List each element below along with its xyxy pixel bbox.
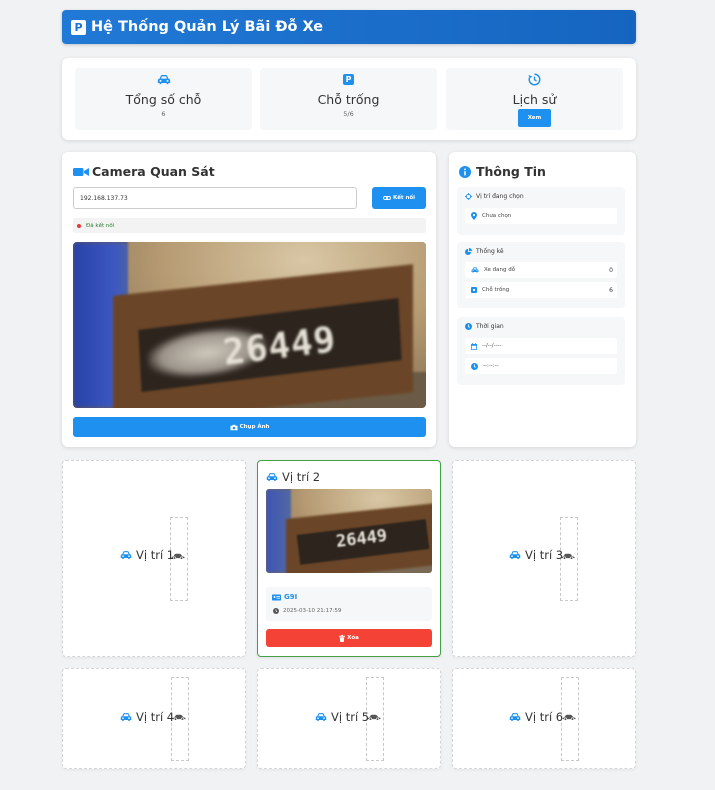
camera-title-row: Camera Quan Sát bbox=[73, 164, 215, 179]
car-icon bbox=[315, 712, 327, 722]
connection-status-text: Đã kết nối bbox=[86, 222, 115, 229]
free-value: 6 bbox=[609, 286, 613, 294]
camera-icon bbox=[230, 424, 238, 430]
spot-2-label: Vị trí 2 bbox=[282, 470, 321, 484]
stat-total-label: Tổng số chỗ bbox=[125, 92, 202, 107]
clock-icon bbox=[273, 608, 279, 614]
spot-6-label: Vị trí 6 bbox=[525, 710, 564, 724]
car-icon bbox=[471, 267, 479, 273]
free-label: Chỗ trống bbox=[482, 287, 510, 293]
history-view-button[interactable]: Xem bbox=[518, 109, 551, 127]
parking-spot-5[interactable]: Vị trí 5 bbox=[257, 668, 441, 769]
parking-spot-6[interactable]: Vị trí 6 bbox=[452, 668, 636, 769]
parking-spot-2[interactable]: Vị trí 2 26449 G9I 2025-03-10 21:17:59 X… bbox=[257, 460, 441, 657]
parked-car-icon bbox=[561, 552, 575, 560]
stat-free-label: Chỗ trống bbox=[317, 92, 380, 107]
connection-status: Đã kết nối bbox=[73, 218, 426, 233]
page-title: Hệ Thống Quản Lý Bãi Đỗ Xe bbox=[91, 19, 324, 35]
parking-spot-1[interactable]: Vị trí 1 bbox=[62, 460, 246, 657]
time-heading: Thời gian bbox=[476, 323, 504, 330]
date-value: --/--/---- bbox=[482, 343, 502, 349]
parking-icon: P bbox=[343, 74, 354, 85]
map-pin-icon bbox=[471, 212, 477, 220]
stats-panel: Tổng số chỗ 6 P Chỗ trống 5/6 Lịch sử Xe… bbox=[62, 58, 636, 140]
info-title-row: Thông Tin bbox=[459, 164, 546, 179]
statistics-heading-row: Thống kê bbox=[465, 248, 504, 255]
stat-total: Tổng số chỗ 6 bbox=[75, 68, 252, 130]
time-row: 2025-03-10 21:17:59 bbox=[273, 608, 341, 614]
camera-feed: 26449 bbox=[73, 242, 426, 408]
parked-row: Xe đang đỗ 0 bbox=[465, 262, 617, 278]
selected-section: Vị trí đang chọn Chưa chọn bbox=[457, 187, 625, 235]
parked-car-icon bbox=[171, 552, 185, 560]
car-icon bbox=[120, 550, 132, 560]
capture-button-label: Chụp Ảnh bbox=[239, 424, 270, 430]
connect-button[interactable]: Kết nối bbox=[372, 187, 426, 209]
car-icon bbox=[509, 712, 521, 722]
spot-1-label: Vị trí 1 bbox=[136, 548, 175, 562]
camera-panel: Camera Quan Sát Kết nối Đã kết nối 26449… bbox=[62, 152, 436, 447]
info-icon bbox=[459, 165, 471, 178]
crosshair-icon bbox=[465, 193, 472, 200]
delete-button-label: Xóa bbox=[347, 635, 359, 641]
clock-icon bbox=[465, 323, 472, 330]
parked-car-icon bbox=[562, 713, 576, 721]
car-icon bbox=[157, 74, 171, 85]
app-header: P Hệ Thống Quản Lý Bãi Đỗ Xe bbox=[62, 10, 636, 44]
spot-5-label: Vị trí 5 bbox=[331, 710, 370, 724]
selected-heading-row: Vị trí đang chọn bbox=[465, 193, 524, 200]
pie-chart-icon bbox=[465, 248, 472, 255]
parked-car-icon bbox=[367, 713, 381, 721]
time-section: Thời gian --/--/---- --:--:-- bbox=[457, 317, 625, 385]
calendar-icon bbox=[471, 342, 477, 350]
spot-4-label: Vị trí 4 bbox=[136, 710, 175, 724]
parked-label: Xe đang đỗ bbox=[484, 267, 516, 273]
statistics-heading: Thống kê bbox=[476, 248, 504, 255]
parked-value: 0 bbox=[609, 266, 613, 274]
stat-total-value: 6 bbox=[161, 110, 166, 118]
status-dot-icon bbox=[77, 223, 81, 228]
capture-button[interactable]: Chụp Ảnh bbox=[73, 417, 426, 437]
parking-icon bbox=[471, 287, 477, 293]
free-row: Chỗ trống 6 bbox=[465, 282, 617, 298]
video-camera-icon bbox=[73, 167, 89, 176]
plate-number: G9I bbox=[284, 593, 298, 601]
spot-2-snapshot: 26449 bbox=[266, 489, 432, 573]
stat-free-value: 5/6 bbox=[343, 110, 354, 118]
parked-time: 2025-03-10 21:17:59 bbox=[283, 608, 342, 614]
info-title: Thông Tin bbox=[476, 164, 546, 179]
selected-value: Chưa chọn bbox=[482, 213, 512, 219]
clock-icon bbox=[471, 362, 478, 370]
car-icon bbox=[509, 550, 521, 560]
connect-button-label: Kết nối bbox=[392, 195, 416, 201]
parking-logo-icon: P bbox=[71, 19, 86, 35]
camera-title: Camera Quan Sát bbox=[92, 164, 215, 179]
clock-row: --:--:-- bbox=[465, 358, 617, 374]
history-icon bbox=[528, 73, 541, 86]
clock-value: --:--:-- bbox=[483, 363, 499, 369]
selected-value-row: Chưa chọn bbox=[465, 208, 617, 224]
parking-spot-4[interactable]: Vị trí 4 bbox=[62, 668, 246, 769]
statistics-section: Thống kê Xe đang đỗ 0 Chỗ trống 6 bbox=[457, 242, 625, 308]
car-icon bbox=[266, 472, 278, 482]
parked-car-icon bbox=[172, 713, 186, 721]
spot-2-details: G9I 2025-03-10 21:17:59 bbox=[266, 587, 432, 621]
plate-row: G9I bbox=[272, 593, 297, 601]
trash-icon bbox=[339, 634, 346, 642]
stat-history: Lịch sử Xem bbox=[446, 68, 623, 130]
selected-heading: Vị trí đang chọn bbox=[476, 193, 524, 200]
parking-spot-3[interactable]: Vị trí 3 bbox=[452, 460, 636, 657]
time-heading-row: Thời gian bbox=[465, 323, 504, 330]
car-icon bbox=[120, 712, 132, 722]
info-panel: Thông Tin Vị trí đang chọn Chưa chọn Thố… bbox=[449, 152, 636, 447]
delete-button[interactable]: Xóa bbox=[266, 629, 432, 647]
camera-ip-input[interactable] bbox=[73, 187, 357, 209]
id-card-icon bbox=[272, 594, 281, 600]
stat-free: P Chỗ trống 5/6 bbox=[260, 68, 437, 130]
stat-history-label: Lịch sử bbox=[512, 92, 557, 107]
spot-3-label: Vị trí 3 bbox=[525, 548, 564, 562]
link-icon bbox=[382, 196, 391, 200]
date-row: --/--/---- bbox=[465, 338, 617, 354]
